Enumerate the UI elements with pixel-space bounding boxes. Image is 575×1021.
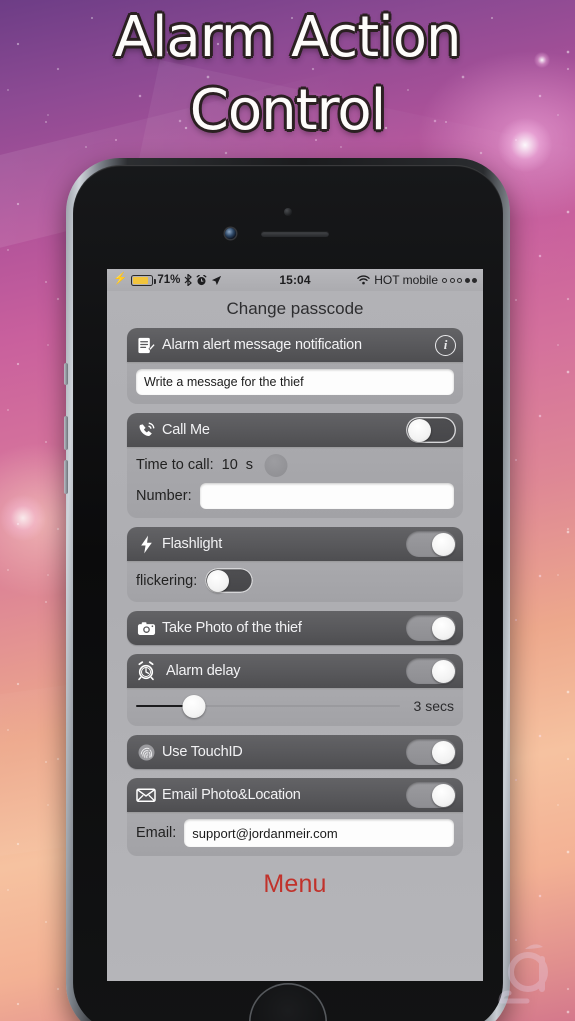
- lightning-bolt-icon: [136, 534, 156, 554]
- section-touch-id: Use TouchID: [127, 735, 463, 769]
- email-toggle[interactable]: [406, 782, 456, 808]
- flickering-toggle[interactable]: [205, 568, 254, 593]
- alert-message-label: Alarm alert message notification: [162, 337, 362, 353]
- touch-id-header: Use TouchID: [127, 735, 463, 769]
- alert-message-header: Alarm alert message notification i: [127, 328, 463, 362]
- section-flashlight: Flashlight flickering:: [127, 527, 463, 602]
- silent-switch: [64, 363, 68, 385]
- promo-title-line-1: Alarm Action: [114, 5, 462, 70]
- camera-icon: [136, 618, 156, 638]
- touch-id-label: Use TouchID: [162, 744, 243, 760]
- promo-screenshot: Alarm Action Control ⚡ 71% 15:04 HOT mob…: [0, 0, 575, 1021]
- flickering-row: flickering:: [127, 561, 463, 602]
- flashlight-label: Flashlight: [162, 536, 223, 552]
- volume-down-button: [64, 460, 68, 494]
- page-title: Change passcode: [226, 299, 364, 318]
- alarm-delay-subrow: 3 secs: [127, 688, 463, 726]
- signal-strength-dots: [442, 277, 478, 283]
- location-arrow-icon: [211, 275, 222, 286]
- call-me-label: Call Me: [162, 422, 210, 438]
- fingerprint-icon: [136, 742, 156, 762]
- battery-icon: [131, 274, 156, 286]
- front-camera-icon: [225, 228, 236, 239]
- call-me-toggle[interactable]: [406, 417, 456, 443]
- number-label: Number:: [136, 488, 192, 504]
- section-take-photo: Take Photo of the thief: [127, 611, 463, 645]
- carrier-label: HOT mobile: [374, 273, 439, 287]
- alert-message-input[interactable]: Write a message for the thief: [136, 369, 454, 395]
- menu-button[interactable]: Menu: [127, 870, 463, 899]
- call-me-header: Call Me: [127, 413, 463, 447]
- flickering-label: flickering:: [136, 572, 198, 589]
- note-pencil-icon: [136, 335, 156, 355]
- promo-title-line-2: Control: [189, 77, 386, 143]
- promo-title: Alarm Action Control: [0, 2, 575, 148]
- section-alert-message: Alarm alert message notification i Write…: [127, 328, 463, 404]
- earpiece-speaker-icon: [261, 231, 329, 237]
- battery-percent-label: 71%: [157, 274, 181, 286]
- time-to-call-value: 10: [221, 457, 238, 473]
- email-address-row: Email: support@jordanmeir.com: [127, 812, 463, 856]
- number-input[interactable]: [199, 483, 454, 509]
- phone-body: ⚡ 71% 15:04 HOT mobile Change passcode A…: [73, 165, 503, 1021]
- call-me-subpanel: Time to call: 10 s Number:: [127, 447, 463, 518]
- phone-mockup: ⚡ 71% 15:04 HOT mobile Change passcode A…: [64, 158, 510, 1021]
- email-label: Email Photo&Location: [162, 787, 301, 803]
- flashlight-toggle[interactable]: [406, 531, 456, 557]
- alarm-clock-icon: [136, 661, 156, 681]
- settings-list: Alarm alert message notification i Write…: [107, 328, 483, 899]
- status-bar-clock: 15:04: [279, 273, 311, 287]
- alarm-delay-toggle[interactable]: [406, 658, 456, 684]
- section-alarm-delay: Alarm delay 3 secs: [127, 654, 463, 726]
- alarm-delay-slider[interactable]: [136, 694, 400, 718]
- number-row: Number:: [136, 483, 454, 509]
- touch-id-toggle[interactable]: [406, 739, 456, 765]
- alarm-delay-header: Alarm delay: [127, 654, 463, 688]
- time-to-call-label: Time to call:: [136, 457, 214, 473]
- phone-ringing-icon: [136, 420, 156, 440]
- alert-message-subrow: Write a message for the thief: [127, 362, 463, 404]
- email-field-label: Email:: [136, 825, 177, 841]
- time-to-call-row: Time to call: 10 s: [136, 453, 454, 477]
- volume-up-button: [64, 416, 68, 450]
- wifi-icon: [357, 275, 370, 285]
- lens-flare-glow: [0, 495, 46, 541]
- alarm-clock-icon: [196, 274, 207, 286]
- status-bar-left: ⚡ 71%: [113, 274, 279, 286]
- status-bar: ⚡ 71% 15:04 HOT mobile: [107, 269, 483, 291]
- section-call-me: Call Me Time to call: 10 s Number:: [127, 413, 463, 518]
- proximity-sensor-icon: [284, 208, 292, 216]
- envelope-icon: [136, 785, 156, 805]
- lightning-bolt-icon: ⚡: [113, 273, 128, 286]
- info-circle-icon[interactable]: i: [435, 334, 456, 356]
- time-to-call-slider[interactable]: [261, 453, 454, 477]
- alarm-delay-label: Alarm delay: [166, 663, 241, 679]
- take-photo-header: Take Photo of the thief: [127, 611, 463, 645]
- alarm-delay-value: 3 secs: [413, 698, 454, 714]
- take-photo-toggle[interactable]: [406, 615, 456, 641]
- bluetooth-icon: [184, 274, 193, 286]
- home-button[interactable]: [249, 983, 327, 1021]
- time-to-call-unit: s: [245, 457, 254, 473]
- status-bar-right: HOT mobile: [311, 273, 478, 287]
- section-email: Email Photo&Location Email: support@jord…: [127, 778, 463, 856]
- email-input[interactable]: support@jordanmeir.com: [184, 819, 454, 847]
- email-header: Email Photo&Location: [127, 778, 463, 812]
- flashlight-header: Flashlight: [127, 527, 463, 561]
- app-screen: ⚡ 71% 15:04 HOT mobile Change passcode A…: [107, 269, 483, 981]
- take-photo-label: Take Photo of the thief: [162, 620, 302, 636]
